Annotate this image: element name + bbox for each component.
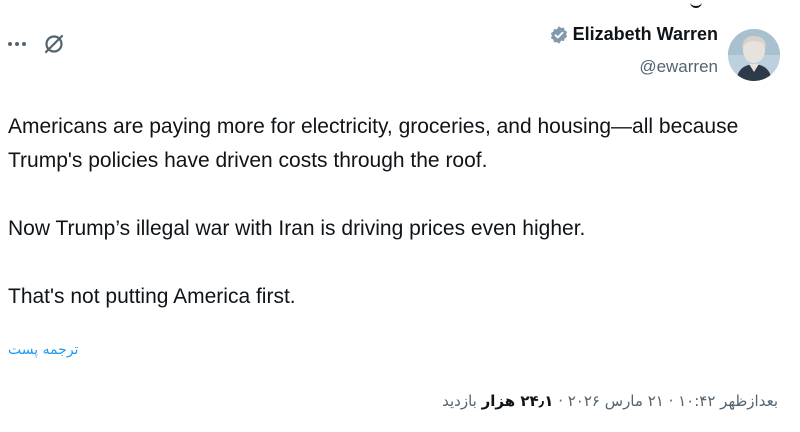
tweet-paragraph: Americans are paying more for electricit… xyxy=(8,115,739,172)
avatar[interactable] xyxy=(728,29,780,81)
previous-content-edge xyxy=(690,0,702,8)
dot xyxy=(8,42,12,46)
views-count: ۲۴٫۱ هزار xyxy=(481,392,554,410)
tweet-text: Americans are paying more for electricit… xyxy=(8,110,768,314)
dot xyxy=(22,42,26,46)
dot xyxy=(15,42,19,46)
verified-badge-icon xyxy=(550,25,567,44)
tweet-timestamp[interactable]: بعدازظهر ۱۰:۴۲ · ۲۱ مارس ۲۰۲۶ xyxy=(568,392,778,410)
author-display-name[interactable]: Elizabeth Warren xyxy=(573,24,718,45)
tweet-author: Elizabeth Warren @ewarren xyxy=(549,24,800,88)
grok-icon[interactable] xyxy=(42,32,66,56)
more-options-button[interactable] xyxy=(8,42,26,46)
tweet-actions xyxy=(0,26,86,62)
tweet-paragraph: That's not putting America first. xyxy=(8,285,296,308)
avatar-image xyxy=(728,29,780,81)
separator: · xyxy=(553,392,568,410)
author-name-row[interactable]: Elizabeth Warren xyxy=(549,24,718,45)
tweet-metadata: بعدازظهر ۱۰:۴۲ · ۲۱ مارس ۲۰۲۶ · ۲۴٫۱ هزا… xyxy=(442,392,778,410)
tweet-paragraph: Now Trump’s illegal war with Iran is dri… xyxy=(8,217,586,240)
author-names: Elizabeth Warren @ewarren xyxy=(549,24,718,77)
translate-post-link[interactable]: ترجمه پست xyxy=(8,342,78,358)
author-handle[interactable]: @ewarren xyxy=(639,57,718,77)
views-label: بازدید xyxy=(442,392,477,410)
